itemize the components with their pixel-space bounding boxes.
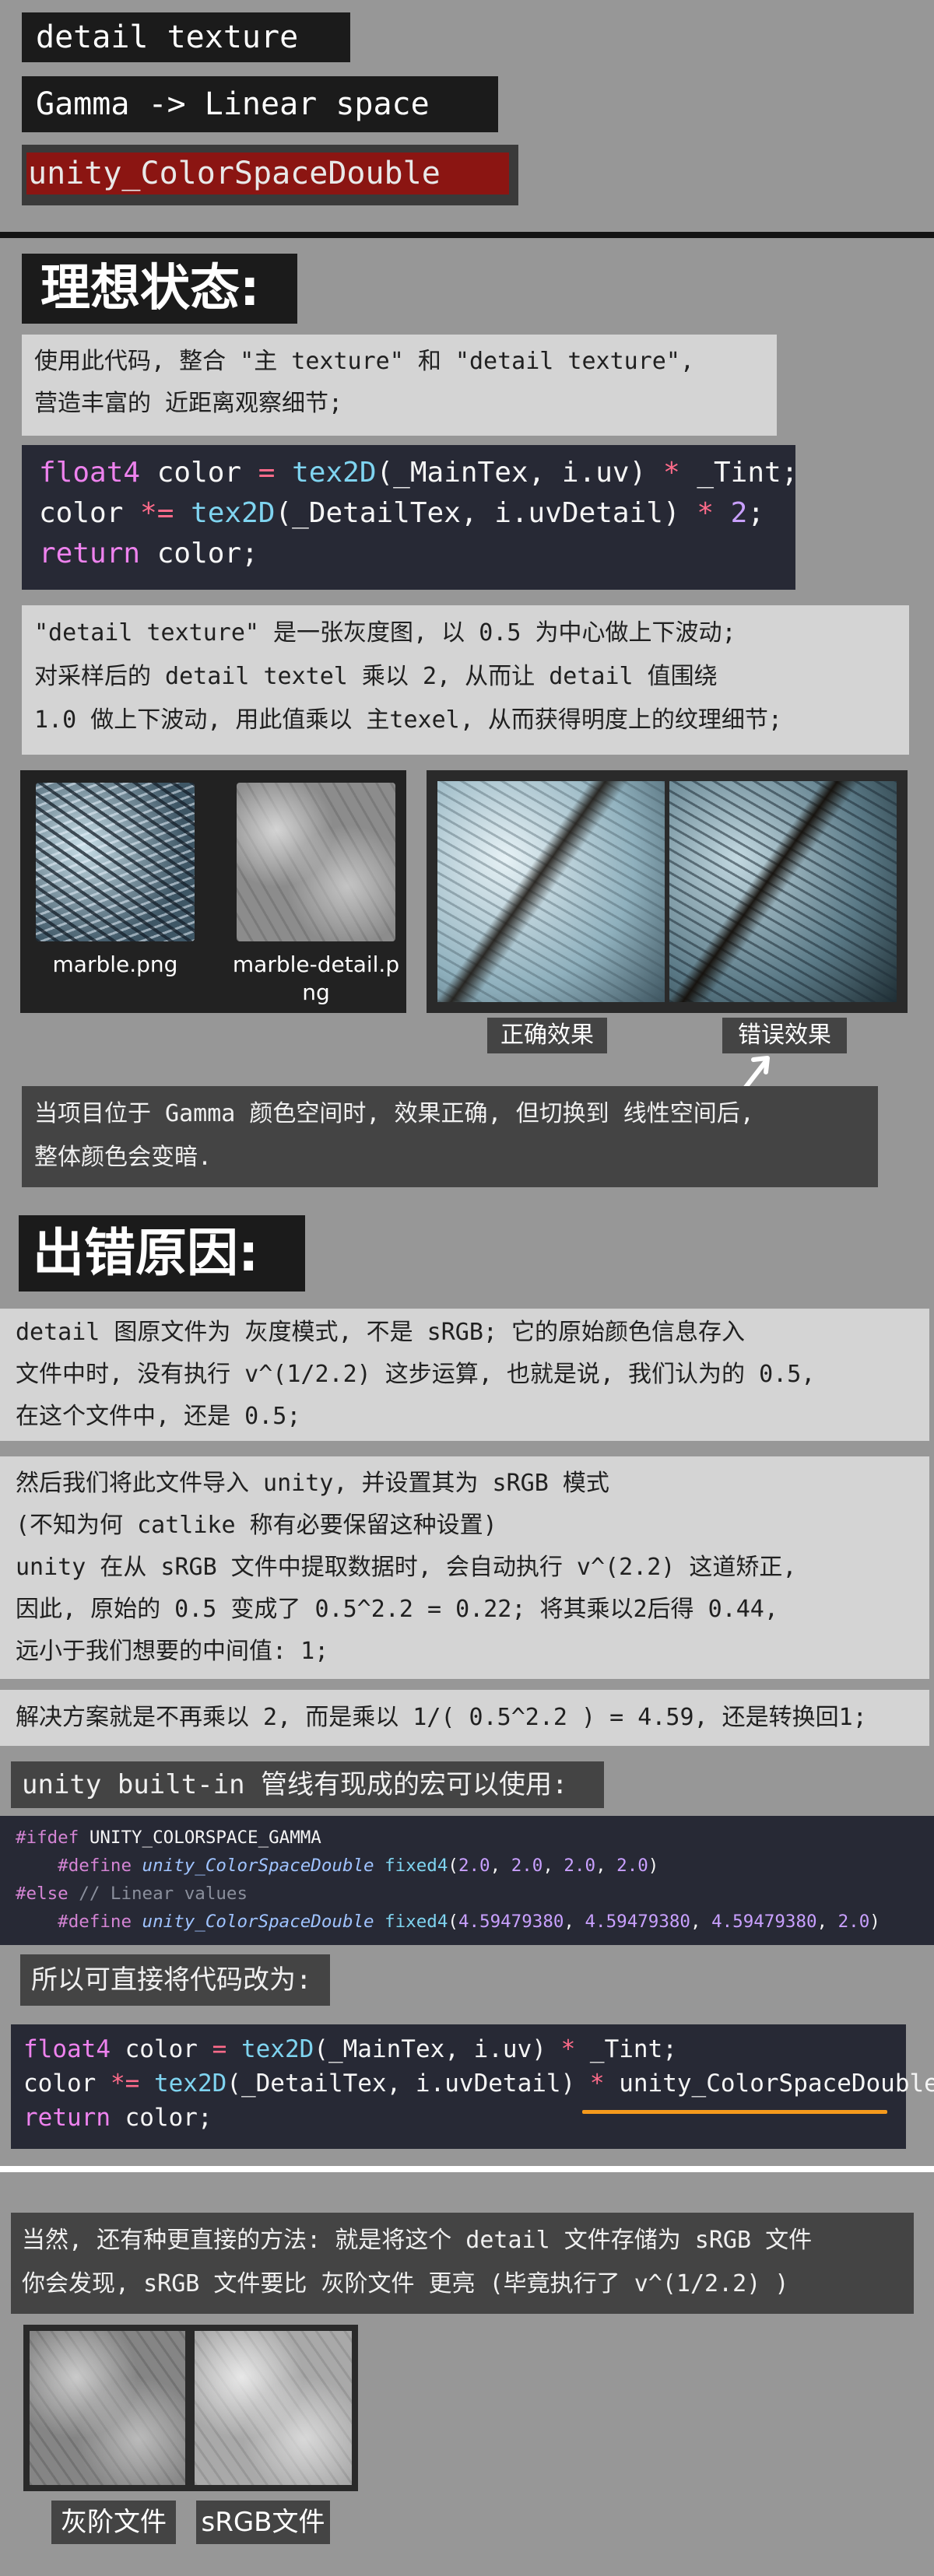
header-tag-detail-texture: detail texture bbox=[22, 12, 350, 62]
code3-line-2: color *= tex2D(_DetailTex, i.uvDetail) *… bbox=[23, 2066, 934, 2101]
code2-line-4: #define unity_ColorSpaceDouble fixed4(4.… bbox=[16, 1912, 880, 1932]
code-block-2: #ifdef UNITY_COLORSPACE_GAMMA #define un… bbox=[0, 1816, 934, 1945]
box1-line-1: detail 图原文件为 灰度模式, 不是 sRGB; 它的原始颜色信息存入 bbox=[16, 1319, 746, 1346]
section3-line-2: 你会发现, sRGB 文件要比 灰阶文件 更亮 (毕竟执行了 v^(1/2.2)… bbox=[22, 2270, 789, 2297]
section1-title: 理想状态: bbox=[22, 254, 297, 324]
section2-box-2: 然后我们将此文件导入 unity, 并设置其为 sRGB 模式 (不知为何 ca… bbox=[0, 1456, 929, 1679]
marble-texture-image bbox=[36, 783, 195, 941]
section2-box-3: 解决方案就是不再乘以 2, 而是乘以 1/( 0.5^2.2 ) = 4.59,… bbox=[0, 1690, 929, 1746]
note-line-1: 当项目位于 Gamma 颜色空间时, 效果正确, 但切换到 线性空间后, bbox=[34, 1100, 754, 1127]
section1-title-text: 理想状态: bbox=[40, 260, 260, 317]
header-tag3-text: unity_ColorSpaceDouble bbox=[28, 156, 441, 191]
code2-line-2: #define unity_ColorSpaceDouble fixed4(2.… bbox=[16, 1856, 659, 1876]
section1-explain-box: "detail texture" 是一张灰度图, 以 0.5 为中心做上下波动;… bbox=[22, 605, 909, 755]
box2-line-3: unity 在从 sRGB 文件中提取数据时, 会自动执行 v^(2.2) 这道… bbox=[16, 1554, 797, 1581]
code2-line-1: #ifdef UNITY_COLORSPACE_GAMMA bbox=[16, 1828, 321, 1848]
code-block-3: float4 color = tex2D(_MainTex, i.uv) * _… bbox=[11, 2024, 934, 2149]
explain-line-1: "detail texture" 是一张灰度图, 以 0.5 为中心做上下波动; bbox=[34, 619, 736, 647]
box2-line-4: 因此, 原始的 0.5 变成了 0.5^2.2 = 0.22; 将其乘以2后得 … bbox=[16, 1596, 778, 1623]
correct-result-image bbox=[437, 781, 665, 1002]
code1-line-1: float4 color = tex2D(_MainTex, i.uv) * _… bbox=[39, 457, 799, 489]
code1-line-3: return color; bbox=[39, 538, 258, 570]
section-divider-white bbox=[0, 2166, 934, 2172]
box2-line-1: 然后我们将此文件导入 unity, 并设置其为 sRGB 模式 bbox=[16, 1470, 609, 1497]
srgb-texture-image bbox=[195, 2331, 352, 2485]
note-line-2: 整体颜色会变暗. bbox=[34, 1144, 212, 1171]
section2-title-text: 出错原因: bbox=[33, 1223, 259, 1283]
srgb-file-label: sRGB文件 bbox=[196, 2501, 330, 2544]
wrong-result-label: 错误效果 bbox=[722, 1018, 847, 1053]
box1-line-3: 在这个文件中, 还是 0.5; bbox=[16, 1403, 301, 1430]
header-tag-gamma-linear: Gamma -> Linear space bbox=[22, 76, 498, 132]
intro-line-2: 营造丰富的 近距离观察细节; bbox=[34, 390, 343, 417]
code1-line-2: color *= tex2D(_DetailTex, i.uvDetail) *… bbox=[39, 497, 765, 529]
colorspace-double-token: unity_ColorSpaceDouble; bbox=[619, 2070, 934, 2098]
box3-line: 解决方案就是不再乘以 2, 而是乘以 1/( 0.5^2.2 ) = 4.59,… bbox=[16, 1704, 867, 1731]
builtin-macro-tag: unity built-in 管线有现成的宏可以使用: bbox=[11, 1761, 604, 1808]
so-tag-text: 所以可直接将代码改为: bbox=[31, 1964, 312, 1996]
code3-line-3: return color; bbox=[23, 2104, 212, 2132]
highlight-underline bbox=[582, 2110, 887, 2114]
correct-result-label: 正确效果 bbox=[487, 1018, 607, 1053]
box2-line-5: 远小于我们想要的中间值: 1; bbox=[16, 1638, 329, 1665]
section3-box: 当然, 还有种更直接的方法: 就是将这个 detail 文件存储为 sRGB 文… bbox=[11, 2213, 914, 2314]
wrong-result-image bbox=[669, 781, 897, 1002]
section2-title: 出错原因: bbox=[19, 1215, 305, 1292]
grayscale-file-label: 灰阶文件 bbox=[51, 2501, 176, 2544]
code-block-1: float4 color = tex2D(_MainTex, i.uv) * _… bbox=[22, 445, 799, 590]
intro-line-1: 使用此代码, 整合 "主 texture" 和 "detail texture"… bbox=[34, 348, 694, 375]
comparison-render-panel bbox=[427, 770, 908, 1013]
gray-vs-srgb-panel bbox=[23, 2325, 358, 2491]
marble-texture-label: marble.png bbox=[52, 952, 178, 977]
section2-box-1: detail 图原文件为 灰度模式, 不是 sRGB; 它的原始颜色信息存入 文… bbox=[0, 1309, 929, 1441]
explain-line-2: 对采样后的 detail textel 乘以 2, 从而让 detail 值围绕 bbox=[34, 663, 718, 690]
header-tag-colorspace-double: unity_ColorSpaceDouble bbox=[22, 145, 518, 205]
section3-line-1: 当然, 还有种更直接的方法: 就是将这个 detail 文件存储为 sRGB 文… bbox=[22, 2227, 813, 2254]
marble-detail-texture-image bbox=[237, 783, 395, 941]
box2-line-2: (不知为何 catlike 称有必要保留这种设置) bbox=[16, 1512, 497, 1539]
section-divider bbox=[0, 232, 934, 238]
section1-note-box: 当项目位于 Gamma 颜色空间时, 效果正确, 但切换到 线性空间后, 整体颜… bbox=[22, 1086, 878, 1187]
header-tag1-text: detail texture bbox=[36, 19, 299, 55]
grayscale-texture-image bbox=[30, 2331, 185, 2485]
code2-line-3: #else // Linear values bbox=[16, 1884, 248, 1904]
so-change-code-tag: 所以可直接将代码改为: bbox=[20, 1954, 330, 2006]
texture-panel: marble.png marble-detail.png bbox=[20, 770, 406, 1013]
code3-line-1: float4 color = tex2D(_MainTex, i.uv) * _… bbox=[23, 2035, 677, 2063]
section1-intro-box: 使用此代码, 整合 "主 texture" 和 "detail texture"… bbox=[22, 335, 777, 436]
header-tag2-text: Gamma -> Linear space bbox=[36, 86, 430, 122]
box1-line-2: 文件中时, 没有执行 v^(1/2.2) 这步运算, 也就是说, 我们认为的 0… bbox=[16, 1361, 816, 1388]
explain-line-3: 1.0 做上下波动, 用此值乘以 主texel, 从而获得明度上的纹理细节; bbox=[34, 706, 782, 734]
marble-detail-texture-label: marble-detail.png bbox=[232, 952, 400, 1005]
builtin-tag-text: unity built-in 管线有现成的宏可以使用: bbox=[22, 1769, 568, 1800]
